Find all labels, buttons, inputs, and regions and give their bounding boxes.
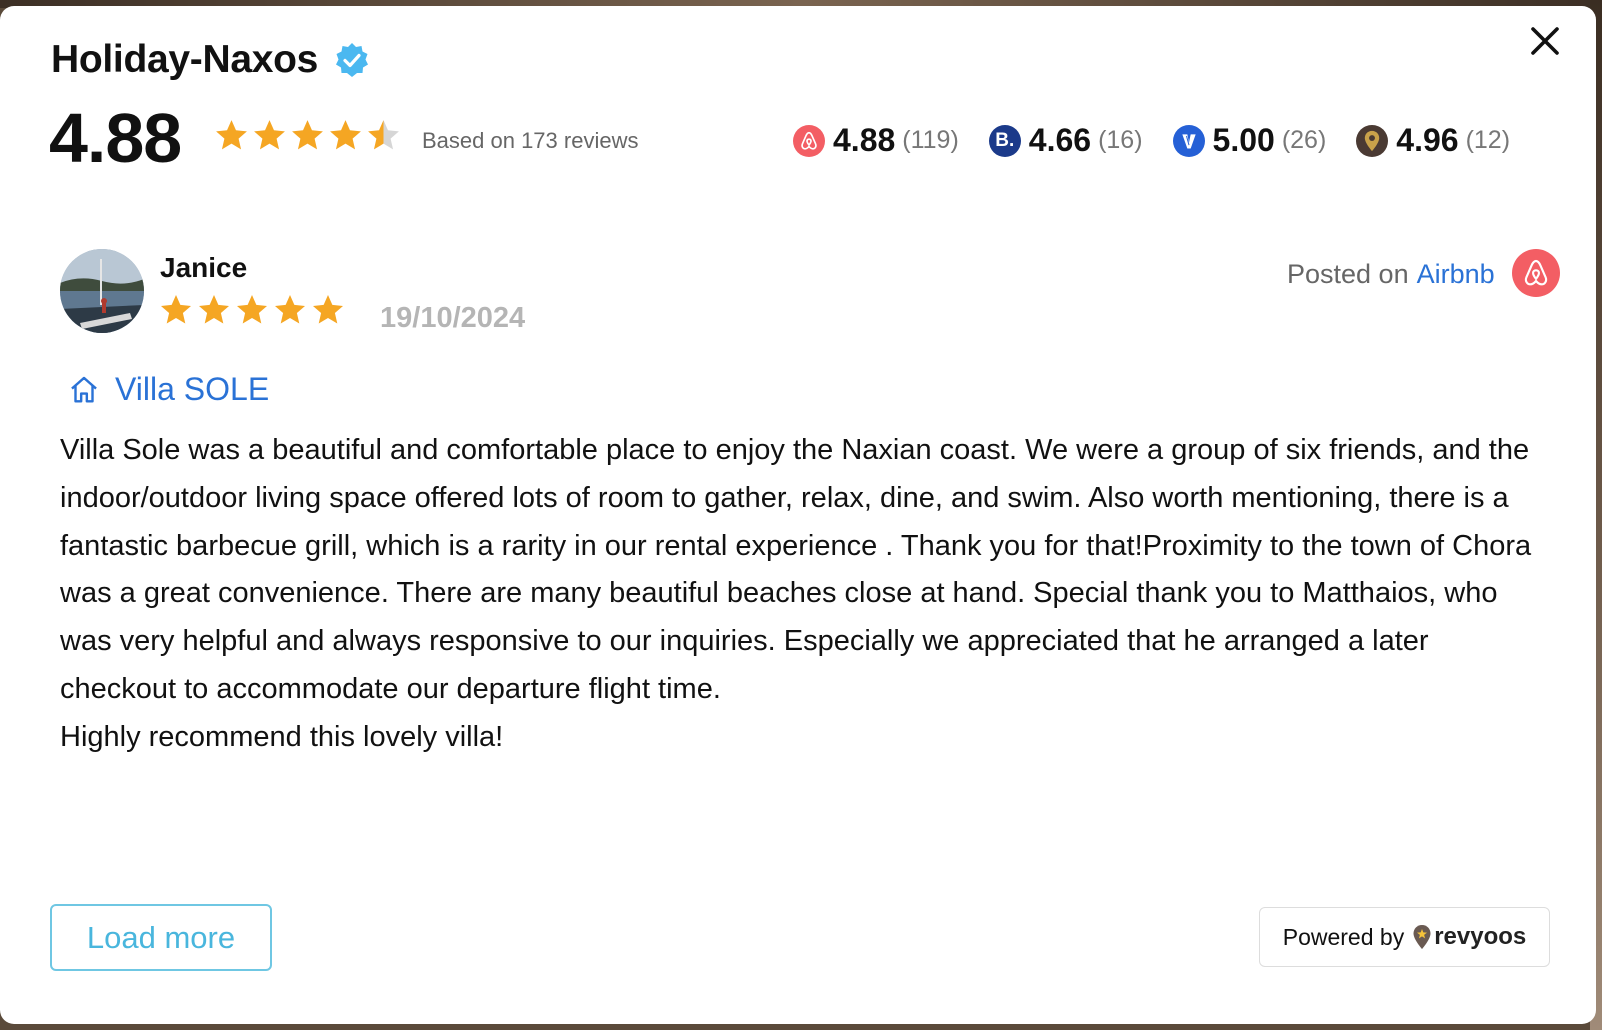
airbnb-icon[interactable] <box>1512 249 1560 297</box>
platform-count: (26) <box>1281 126 1327 154</box>
star-icon <box>161 295 191 324</box>
star-icon <box>254 120 285 150</box>
platform-count: (119) <box>902 126 959 154</box>
airbnb-icon <box>793 124 825 157</box>
close-icon[interactable] <box>1527 23 1563 59</box>
star-icon <box>313 295 343 324</box>
review-text: Villa Sole was a beautiful and comfortab… <box>60 434 1532 753</box>
powered-by-badge[interactable]: Powered by revyoos <box>1259 907 1550 967</box>
avatar <box>60 249 144 333</box>
platform-booking[interactable]: B. 4.66 (16) <box>988 122 1143 159</box>
posted-source-link[interactable]: Airbnb <box>1417 259 1495 290</box>
platform-score: 4.96 <box>1396 122 1459 158</box>
vrbo-icon <box>1172 124 1205 157</box>
overall-stars <box>213 117 403 154</box>
reviewer-name: Janice <box>160 252 248 283</box>
brand-logo: revyoos <box>1412 923 1526 951</box>
widget-title: Holiday-Naxos <box>51 38 370 82</box>
star-icon <box>275 295 305 324</box>
brand-name: revyoos <box>1434 923 1527 950</box>
platform-score: 4.66 <box>1028 122 1092 158</box>
posted-label: Posted on <box>1287 259 1409 289</box>
powered-by-label: Powered by <box>1282 923 1405 950</box>
booking-icon: B. <box>988 124 1021 157</box>
reviews-modal: Holiday-Naxos 4.88 Based on 173 reviews … <box>0 6 1596 1024</box>
half-star-icon <box>368 120 399 150</box>
review-stars <box>158 292 348 328</box>
platform-count: (12) <box>1465 126 1511 154</box>
property-name: Holiday-Naxos <box>51 38 319 81</box>
load-more-button[interactable]: Load more <box>50 904 272 971</box>
review-count: Based on 173 reviews <box>422 128 639 153</box>
verified-badge-icon <box>336 43 369 77</box>
star-icon <box>330 120 361 150</box>
platform-score: 4.88 <box>833 122 896 158</box>
platform-other[interactable]: 4.96 (12) <box>1356 122 1510 159</box>
listing-link[interactable]: Villa SOLE <box>67 371 269 408</box>
location-pin-icon <box>1356 124 1389 157</box>
platform-count: (16) <box>1098 126 1143 154</box>
platform-airbnb[interactable]: 4.88 (119) <box>793 122 959 159</box>
platform-vrbo[interactable]: 5.00 (26) <box>1172 122 1327 159</box>
overall-rating: 4.88 <box>49 99 182 177</box>
review-date: 19/10/2024 <box>380 302 526 334</box>
star-icon <box>292 120 323 150</box>
location-pin-icon <box>1413 925 1431 949</box>
star-icon <box>199 295 229 324</box>
star-icon <box>237 295 267 324</box>
listing-name: Villa SOLE <box>115 371 270 407</box>
home-icon <box>71 376 97 403</box>
star-icon <box>216 120 247 150</box>
platform-score: 5.00 <box>1212 122 1275 158</box>
posted-on: Posted on Airbnb <box>1287 259 1495 290</box>
platform-ratings: 4.88 (119) B. 4.66 (16) 5.00 (26) 4.96 (… <box>793 122 1510 159</box>
